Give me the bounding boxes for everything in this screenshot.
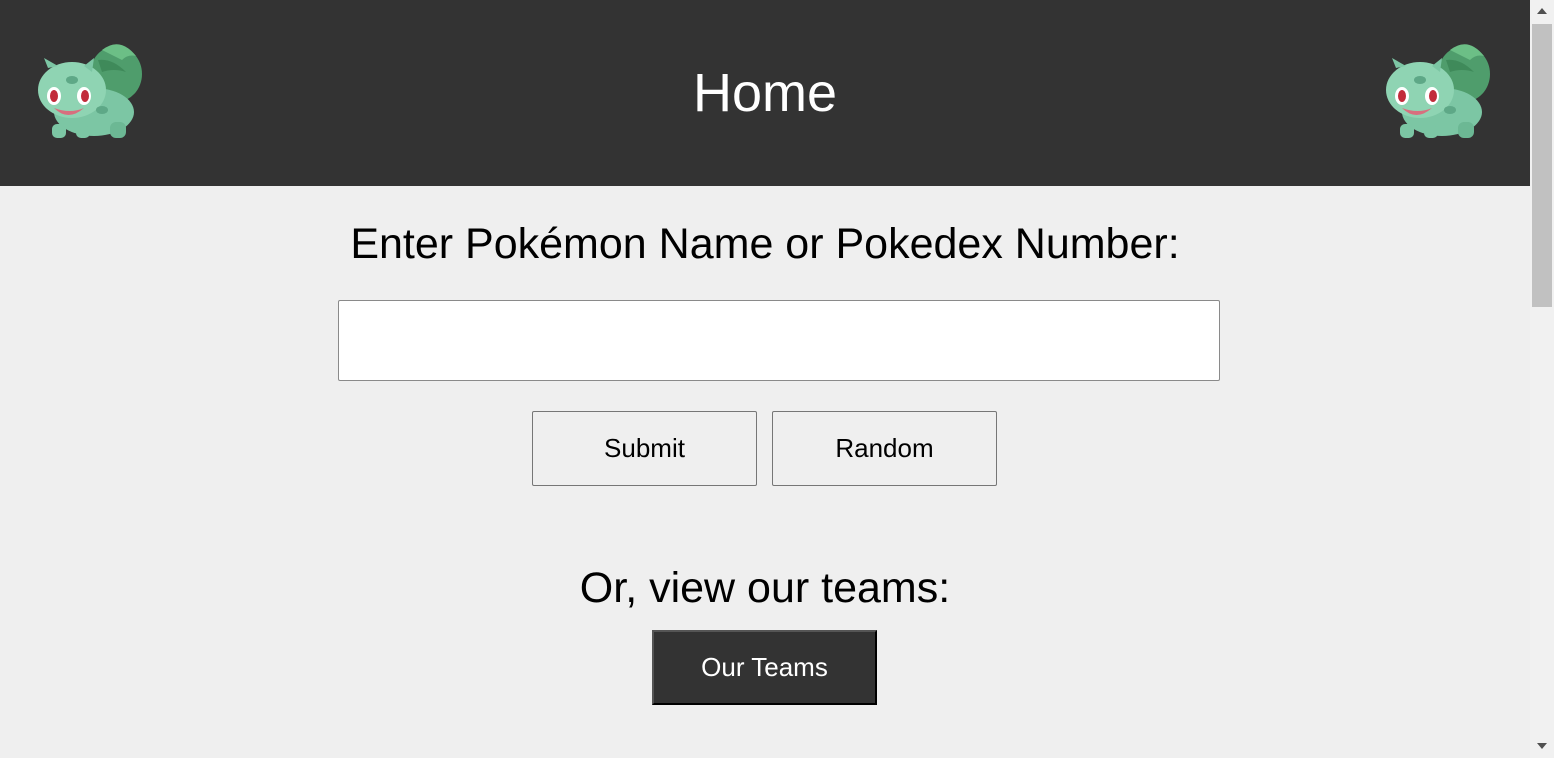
submit-button[interactable]: Submit [532,411,757,486]
scroll-down-arrow-icon[interactable] [1530,737,1554,754]
scrollbar-thumb[interactable] [1532,24,1552,307]
teams-prompt: Or, view our teams: [579,564,951,612]
page: Home Enter Pokémon Name or Pokedex Numbe… [0,0,1530,758]
vertical-scrollbar[interactable] [1530,0,1554,758]
scroll-up-arrow-icon[interactable] [1530,2,1554,19]
pokemon-search-input[interactable] [338,300,1220,381]
header-bar: Home [0,0,1530,186]
search-prompt: Enter Pokémon Name or Pokedex Number: [350,220,1180,268]
bulbasaur-icon [1386,44,1490,138]
random-button[interactable]: Random [772,411,997,486]
our-teams-button[interactable]: Our Teams [652,630,877,705]
page-title: Home [692,63,838,123]
